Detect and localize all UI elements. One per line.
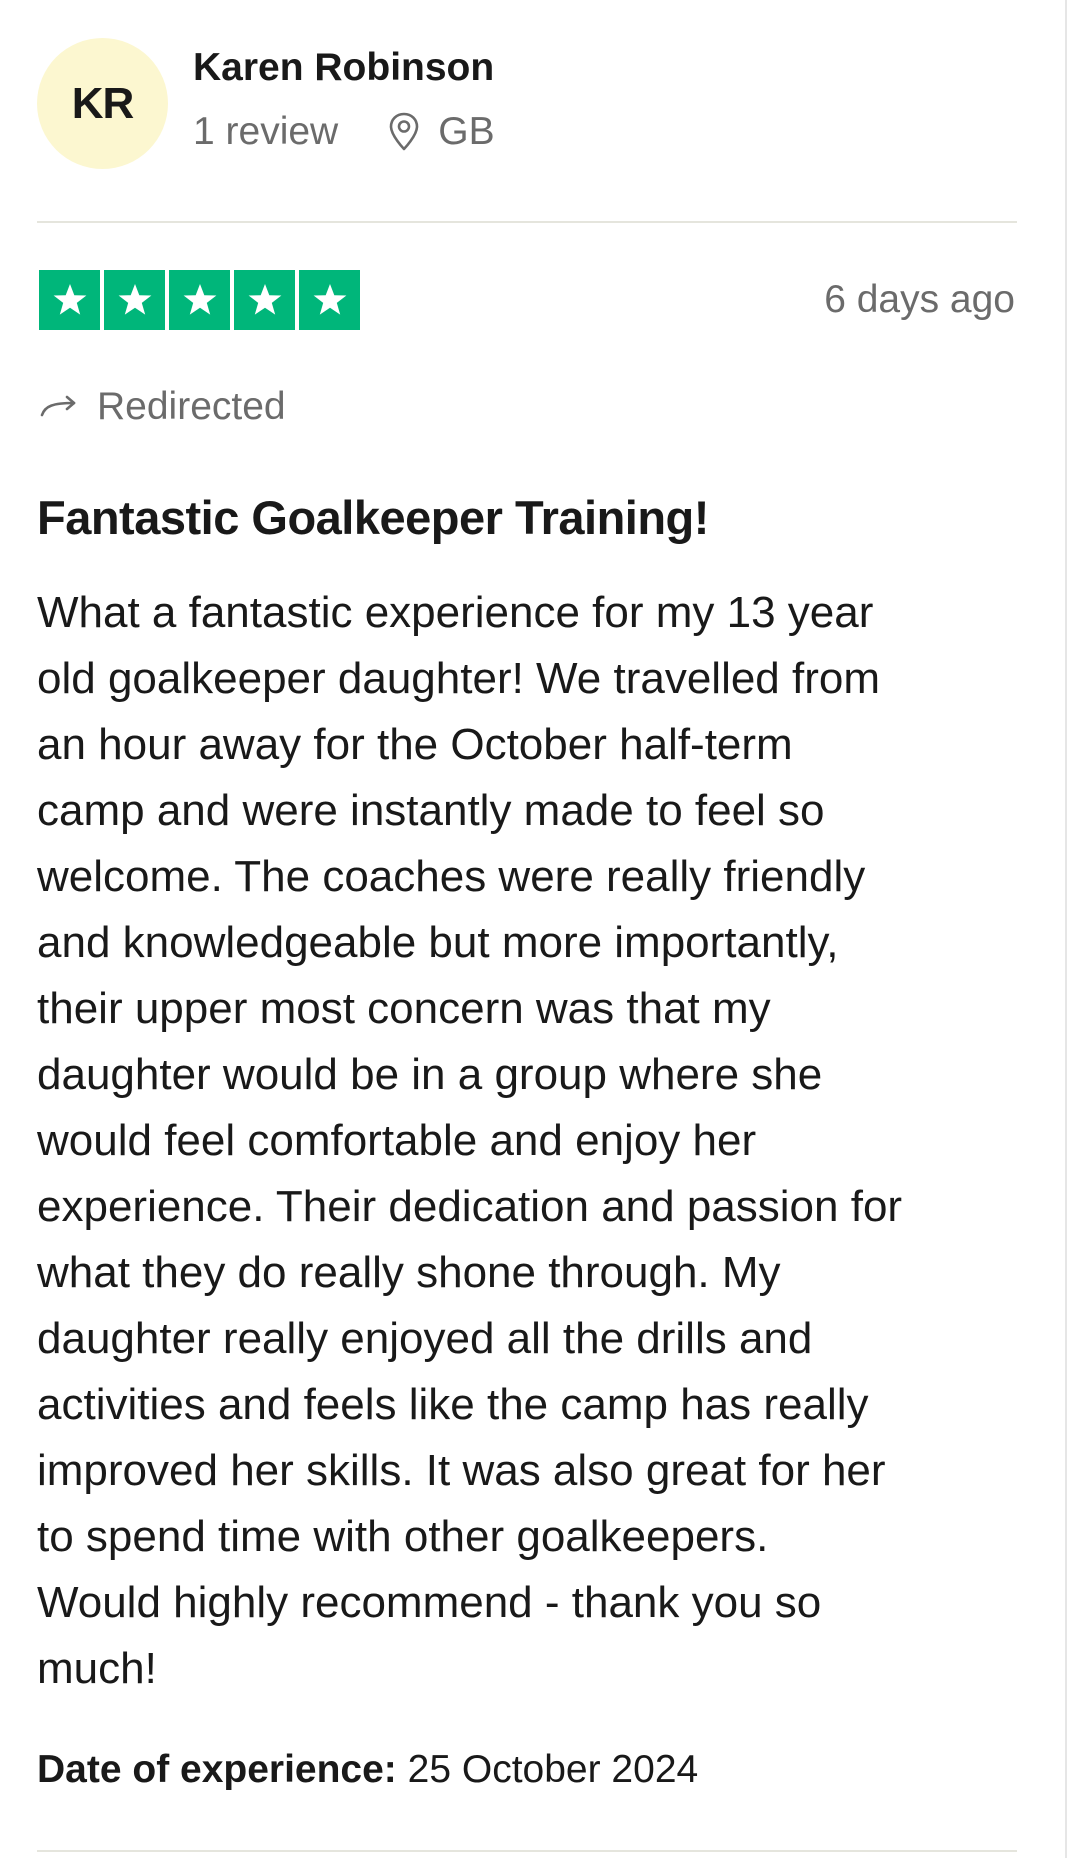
review-body-line: much! bbox=[37, 1644, 157, 1693]
review-body-line: daughter really enjoyed all the drills a… bbox=[37, 1314, 813, 1363]
review-body-line: an hour away for the October half-term bbox=[37, 720, 793, 769]
star-icon bbox=[169, 270, 230, 330]
review-body-line: welcome. The coaches were really friendl… bbox=[37, 852, 866, 901]
review-body-line: experience. Their dedication and passion… bbox=[37, 1182, 903, 1231]
reviewer-location: GB bbox=[388, 110, 495, 154]
review-body-line: What a fantastic experience for my 13 ye… bbox=[37, 588, 874, 637]
star-rating bbox=[39, 270, 360, 330]
star-icon bbox=[104, 270, 165, 330]
review-body-line: camp and were instantly made to feel so bbox=[37, 786, 825, 835]
review-body-line: to spend time with other goalkeepers. bbox=[37, 1512, 769, 1561]
review-title[interactable]: Fantastic Goalkeeper Training! bbox=[37, 490, 709, 545]
avatar[interactable]: KR bbox=[37, 38, 168, 169]
review-body-line: what they do really shone through. My bbox=[37, 1248, 781, 1297]
reviewer-header: KR Karen Robinson 1 review GB bbox=[37, 38, 1017, 170]
experience-date: 25 October 2024 bbox=[407, 1748, 699, 1791]
redirected-label[interactable]: Redirected bbox=[39, 385, 286, 429]
review-count: 1 review bbox=[193, 110, 339, 153]
country-code: GB bbox=[438, 110, 495, 153]
review-body-line: daughter would be in a group where she bbox=[37, 1050, 823, 1099]
star-icon bbox=[299, 270, 360, 330]
experience-label: Date of experience: bbox=[37, 1748, 397, 1791]
avatar-initials: KR bbox=[71, 78, 135, 128]
review-body-line: improved her skills. It was also great f… bbox=[37, 1446, 886, 1495]
footer-divider bbox=[37, 1850, 1017, 1852]
redirect-arrow-icon bbox=[40, 395, 76, 417]
review-body: What a fantastic experience for my 13 ye… bbox=[37, 580, 1027, 1702]
header-divider bbox=[37, 221, 1017, 223]
reviewer-meta: 1 review GB bbox=[193, 110, 495, 154]
review-body-line: would feel comfortable and enjoy her bbox=[37, 1116, 757, 1165]
review-body-line: old goalkeeper daughter! We travelled fr… bbox=[37, 654, 881, 703]
review-body-line: their upper most concern was that my bbox=[37, 984, 771, 1033]
review-body-line: and knowledgeable but more importantly, bbox=[37, 918, 839, 967]
review-card: KR Karen Robinson 1 review GB 6 days ago… bbox=[37, 0, 1017, 1858]
star-icon bbox=[234, 270, 295, 330]
review-body-line: Would highly recommend - thank you so bbox=[37, 1578, 822, 1627]
review-date: 6 days ago bbox=[824, 278, 1015, 321]
location-pin-icon bbox=[389, 112, 419, 151]
date-of-experience: Date of experience: 25 October 2024 bbox=[37, 1748, 698, 1792]
redirected-text: Redirected bbox=[97, 385, 286, 428]
reviewer-name[interactable]: Karen Robinson bbox=[193, 46, 494, 90]
review-body-line: activities and feels like the camp has r… bbox=[37, 1380, 869, 1429]
star-icon bbox=[39, 270, 100, 330]
